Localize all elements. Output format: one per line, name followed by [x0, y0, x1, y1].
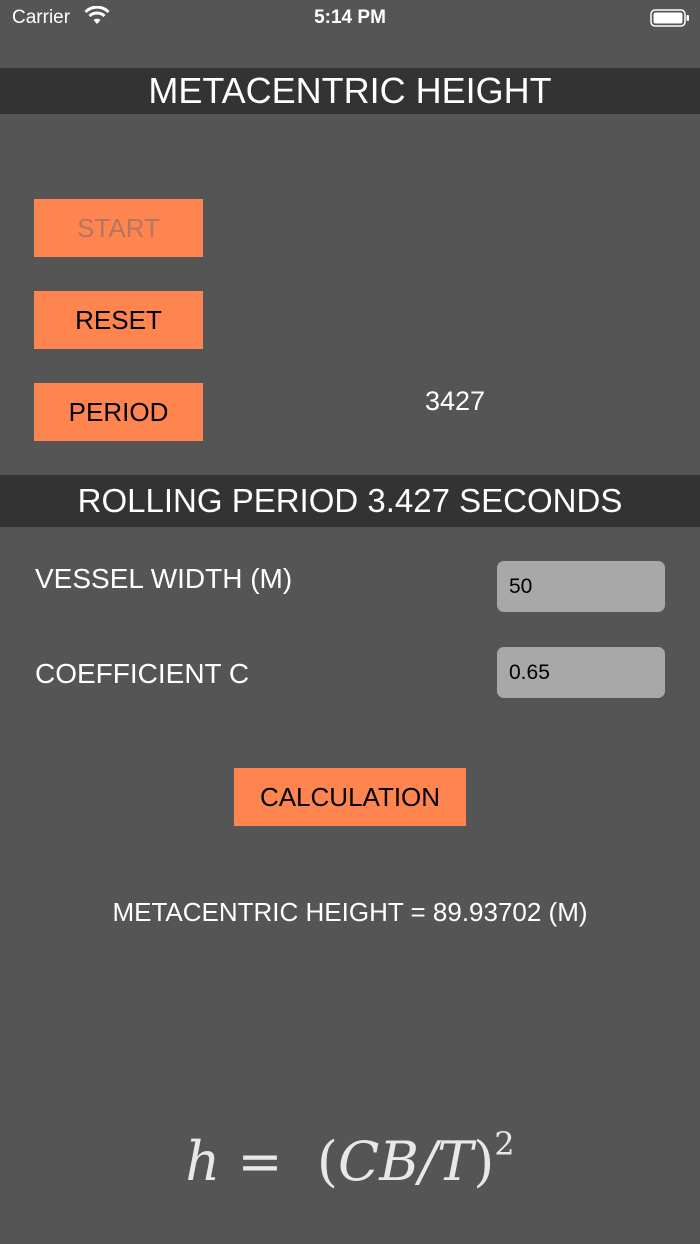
- formula-close-paren: ): [473, 1130, 495, 1193]
- coefficient-field[interactable]: 0.65: [497, 647, 665, 698]
- page-title: METACENTRIC HEIGHT: [0, 68, 700, 114]
- battery-icon: [650, 9, 689, 27]
- app-screen: Carrier 5:14 PM METACENTRIC HEIGHT START…: [0, 0, 700, 1244]
- period-counter: 3427: [424, 386, 486, 416]
- formula-body: CB/T: [337, 1130, 474, 1193]
- formula-equals: =: [237, 1130, 283, 1193]
- coefficient-label: COEFFICIENT C: [35, 658, 250, 689]
- result-text: METACENTRIC HEIGHT = 89.93702 (M): [112, 897, 588, 927]
- start-button[interactable]: START: [34, 199, 203, 257]
- formula-open-paren: (: [316, 1130, 338, 1193]
- clock: 5:14 PM: [314, 7, 386, 28]
- rolling-period-banner: ROLLING PERIOD 3.427 SECONDS: [0, 475, 700, 527]
- period-button[interactable]: PERIOD: [34, 383, 203, 441]
- calculation-button[interactable]: CALCULATION: [234, 768, 466, 826]
- vessel-width-label: VESSEL WIDTH (M): [35, 563, 293, 594]
- reset-button[interactable]: RESET: [34, 291, 203, 349]
- formula-image: h = (CB/T)2: [0, 1125, 700, 1193]
- formula-exponent: 2: [494, 1125, 515, 1163]
- vessel-width-field[interactable]: 50: [497, 561, 665, 612]
- formula-lhs: h: [185, 1130, 221, 1193]
- status-bar: Carrier 5:14 PM: [0, 0, 700, 36]
